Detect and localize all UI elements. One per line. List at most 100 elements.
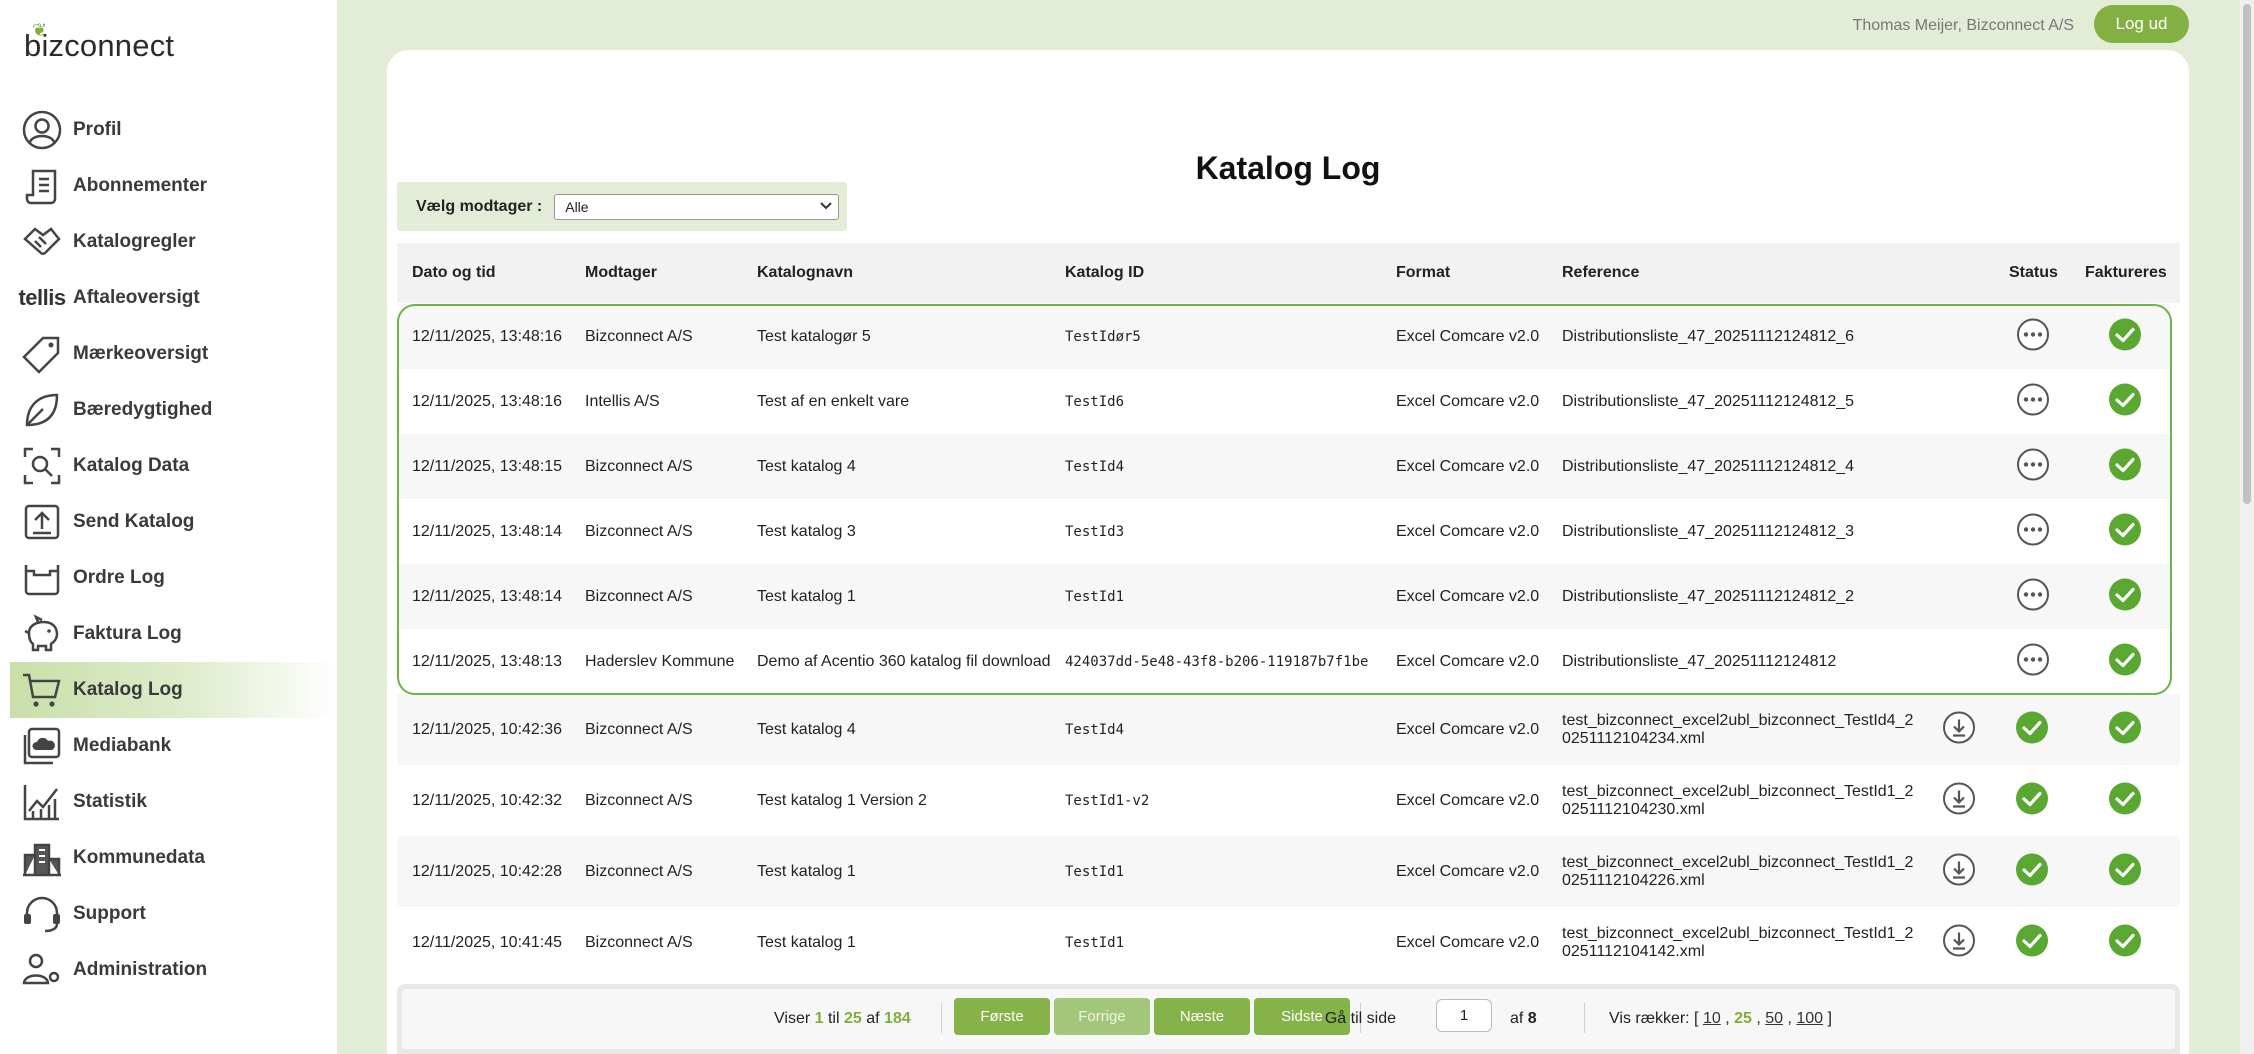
sidebar-item-bæredygtighed[interactable]: Bæredygtighed	[10, 382, 337, 438]
rows-option-100[interactable]: 100	[1796, 1010, 1823, 1027]
cell-reference: test_bizconnect_excel2ubl_bizconnect_Tes…	[1562, 854, 1913, 890]
image-cloud-icon	[20, 724, 64, 768]
sidebar-item-profil[interactable]: Profil	[10, 102, 337, 158]
goto-page-label: Gå til side	[1324, 1010, 1396, 1027]
leaf-icon	[20, 388, 64, 432]
status-ok-icon[interactable]	[2015, 923, 2049, 962]
reference-line: Distributionsliste_47_20251112124812_2	[1562, 587, 1855, 605]
status-ok-icon[interactable]	[2015, 852, 2049, 891]
status-pending-icon[interactable]	[2016, 512, 2050, 551]
sidebar-item-send-katalog[interactable]: Send Katalog	[10, 494, 337, 550]
sidebar-item-mærkeoversigt[interactable]: Mærkeoversigt	[10, 326, 337, 382]
table-row[interactable]: 12/11/2025, 13:48:14 Bizconnect A/S Test k…	[399, 564, 2170, 629]
previous-page-button[interactable]: Forrige	[1054, 998, 1150, 1035]
download-icon[interactable]	[1942, 923, 1976, 962]
cell-catalog-id: 424037dd-5e48-43f8-b206-119187b7f1be	[1065, 653, 1369, 670]
table-row[interactable]: 12/11/2025, 10:42:32 Bizconnect A/S Test k…	[397, 765, 2180, 836]
status-pending-icon[interactable]	[2016, 577, 2050, 616]
status-pending-icon[interactable]	[2016, 447, 2050, 486]
divider	[1584, 1003, 1585, 1033]
cell-reference: test_bizconnect_excel2ubl_bizconnect_Tes…	[1562, 783, 1913, 819]
table-row[interactable]: 12/11/2025, 13:48:16 Intellis A/S Test af …	[399, 369, 2170, 434]
sidebar-item-statistik[interactable]: Statistik	[10, 774, 337, 830]
cell-reference: Distributionsliste_47_20251112124812_2	[1562, 588, 1854, 606]
sidebar-item-katalog-data[interactable]: Katalog Data	[10, 438, 337, 494]
cell-recipient: Haderslev Kommune	[585, 652, 735, 670]
table-row[interactable]: 12/11/2025, 13:48:16 Bizconnect A/S Test k…	[399, 304, 2170, 369]
col-reference[interactable]: Reference	[1562, 264, 1639, 282]
sidebar-item-katalog-log[interactable]: Katalog Log	[10, 662, 337, 718]
table-row[interactable]: 12/11/2025, 10:41:45 Bizconnect A/S Test k…	[397, 907, 2180, 978]
sidebar-item-abonnementer[interactable]: Abonnementer	[10, 158, 337, 214]
cell-recipient: Bizconnect A/S	[585, 933, 693, 951]
invoiced-check-icon	[2108, 710, 2142, 749]
sidebar-item-kommunedata[interactable]: Kommunedata	[10, 830, 337, 886]
col-recipient[interactable]: Modtager	[585, 264, 657, 282]
cell-reference: Distributionsliste_47_20251112124812_3	[1562, 523, 1854, 541]
cell-date: 12/11/2025, 10:42:28	[412, 862, 563, 880]
reference-line: test_bizconnect_excel2ubl_bizconnect_Tes…	[1562, 782, 1914, 800]
col-catalog-name[interactable]: Katalognavn	[757, 264, 853, 282]
sidebar-item-label: Statistik	[73, 791, 147, 812]
cell-date: 12/11/2025, 10:42:32	[412, 791, 563, 809]
sidebar-item-label: Kommunedata	[73, 847, 205, 868]
table-row[interactable]: 12/11/2025, 13:48:13 Haderslev Kommune Dem…	[399, 629, 2170, 694]
cell-catalog-name: Test katalog 1	[757, 933, 856, 951]
sidebar-item-aftaleoversigt[interactable]: tellis Aftaleoversigt	[10, 270, 337, 326]
scrollbar-thumb[interactable]	[2243, 4, 2251, 504]
bizconnect-logo[interactable]: ❦ bizconnect	[24, 20, 174, 68]
sidebar-item-administration[interactable]: Administration	[10, 942, 337, 998]
col-date[interactable]: Dato og tid	[412, 264, 496, 282]
status-pending-icon[interactable]	[2016, 382, 2050, 421]
download-icon[interactable]	[1942, 710, 1976, 749]
rows-option-10[interactable]: 10	[1703, 1010, 1721, 1027]
download-icon[interactable]	[1942, 781, 1976, 820]
col-catalog-id[interactable]: Katalog ID	[1065, 264, 1144, 282]
status-ok-icon[interactable]	[2015, 781, 2049, 820]
sidebar-item-mediabank[interactable]: Mediabank	[10, 718, 337, 774]
sidebar-item-faktura-log[interactable]: Faktura Log	[10, 606, 337, 662]
sidebar-item-katalogregler[interactable]: Katalogregler	[10, 214, 337, 270]
showing-count: Viser 1 til 25 af 184	[774, 1010, 911, 1027]
col-status[interactable]: Status	[2009, 264, 2058, 282]
cell-catalog-id: TestIdør5	[1065, 328, 1141, 345]
cell-catalog-name: Test katalog 1	[757, 862, 856, 880]
cell-recipient: Bizconnect A/S	[585, 457, 693, 475]
basket-icon	[20, 556, 64, 600]
cell-date: 12/11/2025, 13:48:15	[412, 457, 563, 475]
status-pending-icon[interactable]	[2016, 317, 2050, 356]
cell-catalog-id: TestId3	[1065, 523, 1125, 540]
headset-icon	[20, 892, 64, 936]
first-page-button[interactable]: Første	[954, 998, 1050, 1035]
search-frame-icon	[20, 444, 64, 488]
cell-recipient: Bizconnect A/S	[585, 327, 693, 345]
invoiced-check-icon	[2108, 447, 2142, 486]
next-page-button[interactable]: Næste	[1154, 998, 1250, 1035]
table-row[interactable]: 12/11/2025, 13:48:14 Bizconnect A/S Test k…	[399, 499, 2170, 564]
status-pending-icon[interactable]	[2016, 642, 2050, 681]
table-row[interactable]: 12/11/2025, 10:42:36 Bizconnect A/S Test k…	[397, 694, 2180, 765]
cell-catalog-name: Test katalog 3	[757, 522, 856, 540]
cell-recipient: Bizconnect A/S	[585, 522, 693, 540]
page-number-input[interactable]: 1	[1436, 999, 1492, 1032]
table-row[interactable]: 12/11/2025, 10:42:28 Bizconnect A/S Test k…	[397, 836, 2180, 907]
page-scrollbar[interactable]	[2240, 0, 2254, 1054]
rows-option-25[interactable]: 25	[1734, 1010, 1752, 1027]
chart-icon	[20, 780, 64, 824]
logout-button[interactable]: Log ud	[2094, 5, 2189, 43]
invoiced-check-icon	[2108, 382, 2142, 421]
col-format[interactable]: Format	[1396, 264, 1450, 282]
sidebar-item-support[interactable]: Support	[10, 886, 337, 942]
table-row[interactable]: 12/11/2025, 13:48:15 Bizconnect A/S Test k…	[399, 434, 2170, 499]
recipient-select[interactable]: Alle	[554, 193, 840, 220]
tag-icon	[20, 332, 64, 376]
cell-format: Excel Comcare v2.0	[1396, 457, 1540, 475]
rows-option-50[interactable]: 50	[1765, 1010, 1783, 1027]
chevron-down-icon	[820, 201, 832, 213]
status-ok-icon[interactable]	[2015, 710, 2049, 749]
divider	[941, 1003, 942, 1033]
download-icon[interactable]	[1942, 852, 1976, 891]
user-circle-icon	[20, 108, 64, 152]
sidebar-item-ordre-log[interactable]: Ordre Log	[10, 550, 337, 606]
col-invoiced[interactable]: Faktureres	[2085, 264, 2167, 282]
